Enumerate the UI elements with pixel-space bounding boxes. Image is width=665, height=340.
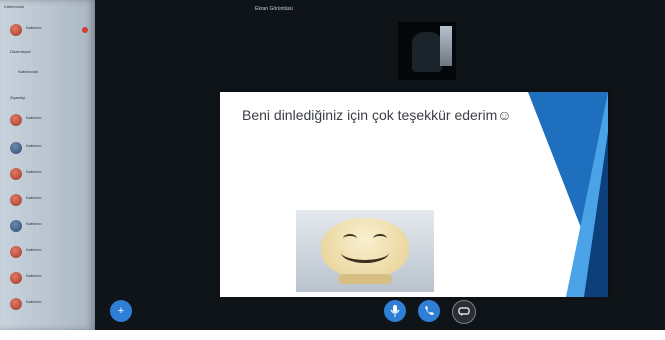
avatar	[10, 272, 22, 284]
slide-decoration	[584, 132, 608, 297]
plus-icon: +	[117, 305, 125, 317]
participant-name: Katılımcı	[26, 247, 42, 252]
avatar	[10, 194, 22, 206]
participant-row[interactable]: Katılımcı	[4, 140, 90, 156]
smiley-image	[296, 210, 434, 292]
screen-share-title: Ekran Görüntüsü	[255, 6, 293, 12]
participant-name: Katılımcı	[26, 115, 42, 120]
chat-icon	[458, 307, 470, 316]
participant-row[interactable]: Katılımcılar	[4, 66, 90, 82]
end-call-button[interactable]	[418, 300, 440, 322]
smiley-feet	[338, 274, 392, 284]
avatar	[10, 24, 22, 36]
avatar	[10, 114, 22, 126]
participants-sidebar: Katılımcılar Katılımcı Düzenleyici Katıl…	[0, 0, 95, 330]
background-window	[440, 26, 452, 66]
notification-badge	[82, 27, 88, 33]
participant-row[interactable]: Katılımcı	[4, 244, 90, 260]
sidebar-heading: Katılımcılar	[4, 4, 25, 9]
participant-name: Katılımcı	[26, 195, 42, 200]
participant-row[interactable]: Katılımcı	[4, 296, 90, 312]
chat-button[interactable]	[452, 300, 476, 324]
avatar	[10, 298, 22, 310]
avatar	[10, 246, 22, 258]
slide-title: Beni dinlediğiniz için çok teşekkür eder…	[242, 107, 512, 123]
avatar	[10, 220, 22, 232]
participant-row[interactable]: Katılımcı	[4, 166, 90, 182]
participant-row[interactable]: Katılımcı	[4, 270, 90, 286]
participant-name: Katılımcılar	[18, 69, 39, 74]
participant-name: Katılımcı	[26, 25, 42, 30]
presentation-slide: Beni dinlediğiniz için çok teşekkür eder…	[220, 92, 608, 297]
participant-row[interactable]: Düzenleyici	[4, 46, 90, 62]
participant-name: Katılımcı	[26, 299, 42, 304]
phone-icon	[425, 306, 434, 315]
participant-silhouette	[412, 32, 442, 72]
participant-name: Katılımcı	[26, 273, 42, 278]
mouse-cursor	[551, 176, 556, 181]
avatar	[10, 168, 22, 180]
participant-row[interactable]: Katılımcı	[4, 22, 90, 38]
microphone-icon	[390, 305, 400, 317]
participant-name: Katılımcı	[26, 143, 42, 148]
participant-row[interactable]: Ziyaretçi	[4, 92, 90, 108]
participant-row[interactable]: Katılımcı	[4, 192, 90, 208]
sidebar-scrollbar[interactable]	[91, 40, 94, 320]
participant-name: Katılımcı	[26, 221, 42, 226]
participant-name: Ziyaretçi	[10, 95, 26, 100]
participant-row[interactable]: Katılımcı	[4, 112, 90, 128]
camera-tile[interactable]	[398, 22, 456, 80]
participant-name: Katılımcı	[26, 169, 42, 174]
add-button[interactable]: +	[110, 300, 132, 322]
smiley-face	[321, 218, 409, 278]
meeting-screen: Katılımcılar Katılımcı Düzenleyici Katıl…	[0, 0, 665, 330]
microphone-button[interactable]	[384, 300, 406, 322]
avatar	[10, 142, 22, 154]
participant-name: Düzenleyici	[10, 49, 31, 54]
participant-row[interactable]: Katılımcı	[4, 218, 90, 234]
smile-mouth	[341, 242, 389, 263]
